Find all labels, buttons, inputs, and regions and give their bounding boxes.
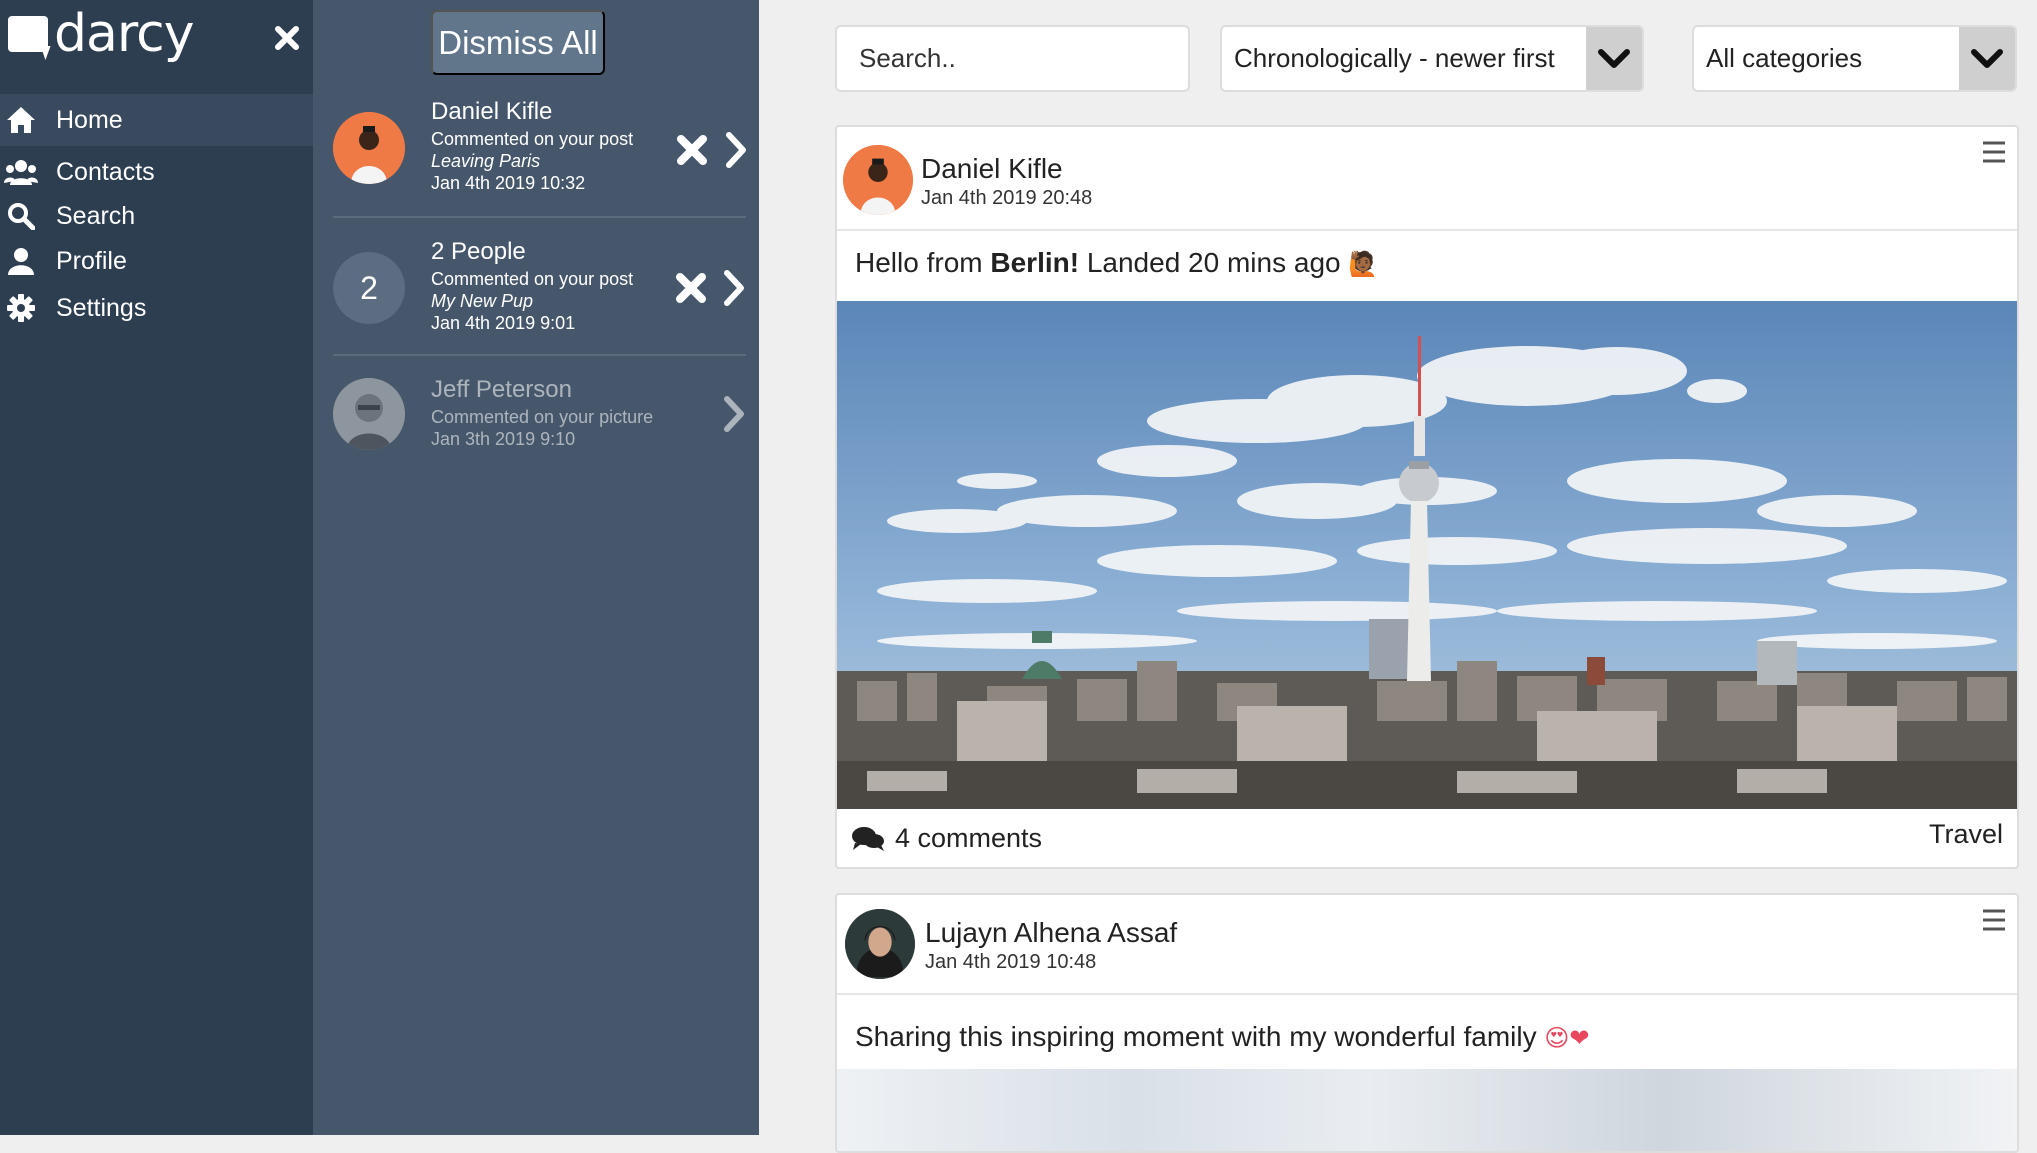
- notification-title: Jeff Peterson: [431, 376, 572, 403]
- post-text-start: Hello from: [855, 247, 991, 278]
- sort-select-value: Chronologically - newer first: [1234, 43, 1555, 73]
- search-input[interactable]: Search..: [835, 25, 1190, 92]
- menu-icon[interactable]: [1981, 139, 2007, 165]
- notification-date: Jan 4th 2019 9:01: [431, 313, 576, 333]
- post-date: Jan 4th 2019 20:48: [921, 187, 1093, 209]
- chevron-down-icon[interactable]: [1586, 27, 1642, 90]
- post-image[interactable]: [837, 1069, 2017, 1151]
- post-date: Jan 4th 2019 10:48: [925, 951, 1097, 973]
- notification-item[interactable]: Daniel Kifle Commented on your post Leav…: [333, 88, 746, 218]
- home-icon: [4, 103, 38, 137]
- app-logo[interactable]: darcy: [8, 4, 194, 68]
- post-text: Hello from Berlin! Landed 20 mins ago 🙋🏾: [855, 247, 1378, 279]
- emoji: 🙋🏾: [1348, 251, 1379, 278]
- chevron-right-icon[interactable]: [721, 130, 751, 170]
- avatar: [333, 112, 405, 184]
- post-card: Lujayn Alhena Assaf Jan 4th 2019 10:48 S…: [835, 893, 2019, 1153]
- chevron-down-icon[interactable]: [1959, 27, 2015, 90]
- search-icon: [4, 199, 38, 233]
- avatar: [333, 378, 405, 450]
- category-select[interactable]: All categories: [1692, 25, 2017, 92]
- avatar[interactable]: [845, 909, 915, 979]
- notification-title: 2 People: [431, 238, 526, 265]
- dismiss-all-button[interactable]: Dismiss All: [431, 10, 605, 75]
- logo-bubble-icon: [8, 16, 48, 52]
- sidebar-item-label: Settings: [56, 293, 147, 322]
- sidebar-item-label: Profile: [56, 246, 127, 275]
- post-text-body: Sharing this inspiring moment with my wo…: [855, 1021, 1537, 1052]
- sidebar-item-label: Contacts: [56, 157, 155, 186]
- notification-action: Commented on your picture: [431, 407, 654, 427]
- post-text: Sharing this inspiring moment with my wo…: [855, 1021, 1590, 1053]
- comments-icon[interactable]: [851, 825, 885, 853]
- main-feed: Search.. Chronologically - newer first A…: [759, 0, 2037, 1153]
- post-header: Lujayn Alhena Assaf Jan 4th 2019 10:48: [837, 895, 2017, 995]
- post-author[interactable]: Lujayn Alhena Assaf: [925, 917, 1177, 949]
- sidebar-item-label: Home: [56, 105, 123, 134]
- category-select-value: All categories: [1706, 43, 1863, 73]
- sidebar-item-label: Search: [56, 201, 136, 230]
- post-card: Daniel Kifle Jan 4th 2019 20:48 Hello fr…: [835, 125, 2019, 869]
- post-text-end: Landed 20 mins ago: [1079, 247, 1341, 278]
- contacts-icon: [4, 155, 38, 189]
- comments-count[interactable]: 4 comments: [895, 823, 1042, 854]
- post-header: Daniel Kifle Jan 4th 2019 20:48: [837, 127, 2017, 231]
- post-author[interactable]: Daniel Kifle: [921, 153, 1063, 185]
- emoji: 😍❤: [1544, 1025, 1590, 1052]
- dismiss-notification-icon[interactable]: [673, 270, 709, 306]
- post-footer: 4 comments Travel: [837, 809, 2017, 867]
- avatar[interactable]: [843, 145, 913, 215]
- sidebar-item-profile[interactable]: Profile: [0, 235, 313, 287]
- notification-date: Jan 4th 2019 10:32: [431, 173, 586, 193]
- menu-icon[interactable]: [1981, 907, 2007, 933]
- notification-date: Jan 3th 2019 9:10: [431, 429, 576, 449]
- close-sidebar-icon[interactable]: [272, 20, 302, 54]
- sidebar-item-settings[interactable]: Settings: [0, 282, 313, 334]
- notification-subject[interactable]: Leaving Paris: [431, 150, 540, 172]
- notification-item[interactable]: Jeff Peterson Commented on your picture …: [333, 356, 746, 466]
- post-text-bold: Berlin!: [990, 247, 1080, 278]
- notification-action: Commented on your post: [431, 129, 634, 149]
- chevron-right-icon[interactable]: [719, 394, 749, 434]
- sidebar-item-home[interactable]: Home: [0, 94, 313, 146]
- dismiss-notification-icon[interactable]: [674, 132, 710, 168]
- notification-action: Commented on your post: [431, 269, 634, 289]
- people-count-badge: 2: [333, 252, 405, 324]
- gear-icon: [4, 291, 38, 325]
- app-name: darcy: [54, 4, 194, 64]
- sort-select[interactable]: Chronologically - newer first: [1220, 25, 1644, 92]
- post-image[interactable]: [837, 301, 2017, 809]
- chevron-right-icon[interactable]: [719, 268, 749, 308]
- sidebar: darcy Home Contacts Search Profile Setti…: [0, 0, 313, 1135]
- notification-subject[interactable]: My New Pup: [431, 290, 533, 312]
- profile-icon: [4, 244, 38, 278]
- notification-title: Daniel Kifle: [431, 98, 553, 125]
- post-category[interactable]: Travel: [1929, 819, 2003, 850]
- notifications-panel: Dismiss All Daniel Kifle Commented on yo…: [313, 0, 759, 1135]
- notification-item[interactable]: 2 2 People Commented on your post My New…: [333, 218, 746, 356]
